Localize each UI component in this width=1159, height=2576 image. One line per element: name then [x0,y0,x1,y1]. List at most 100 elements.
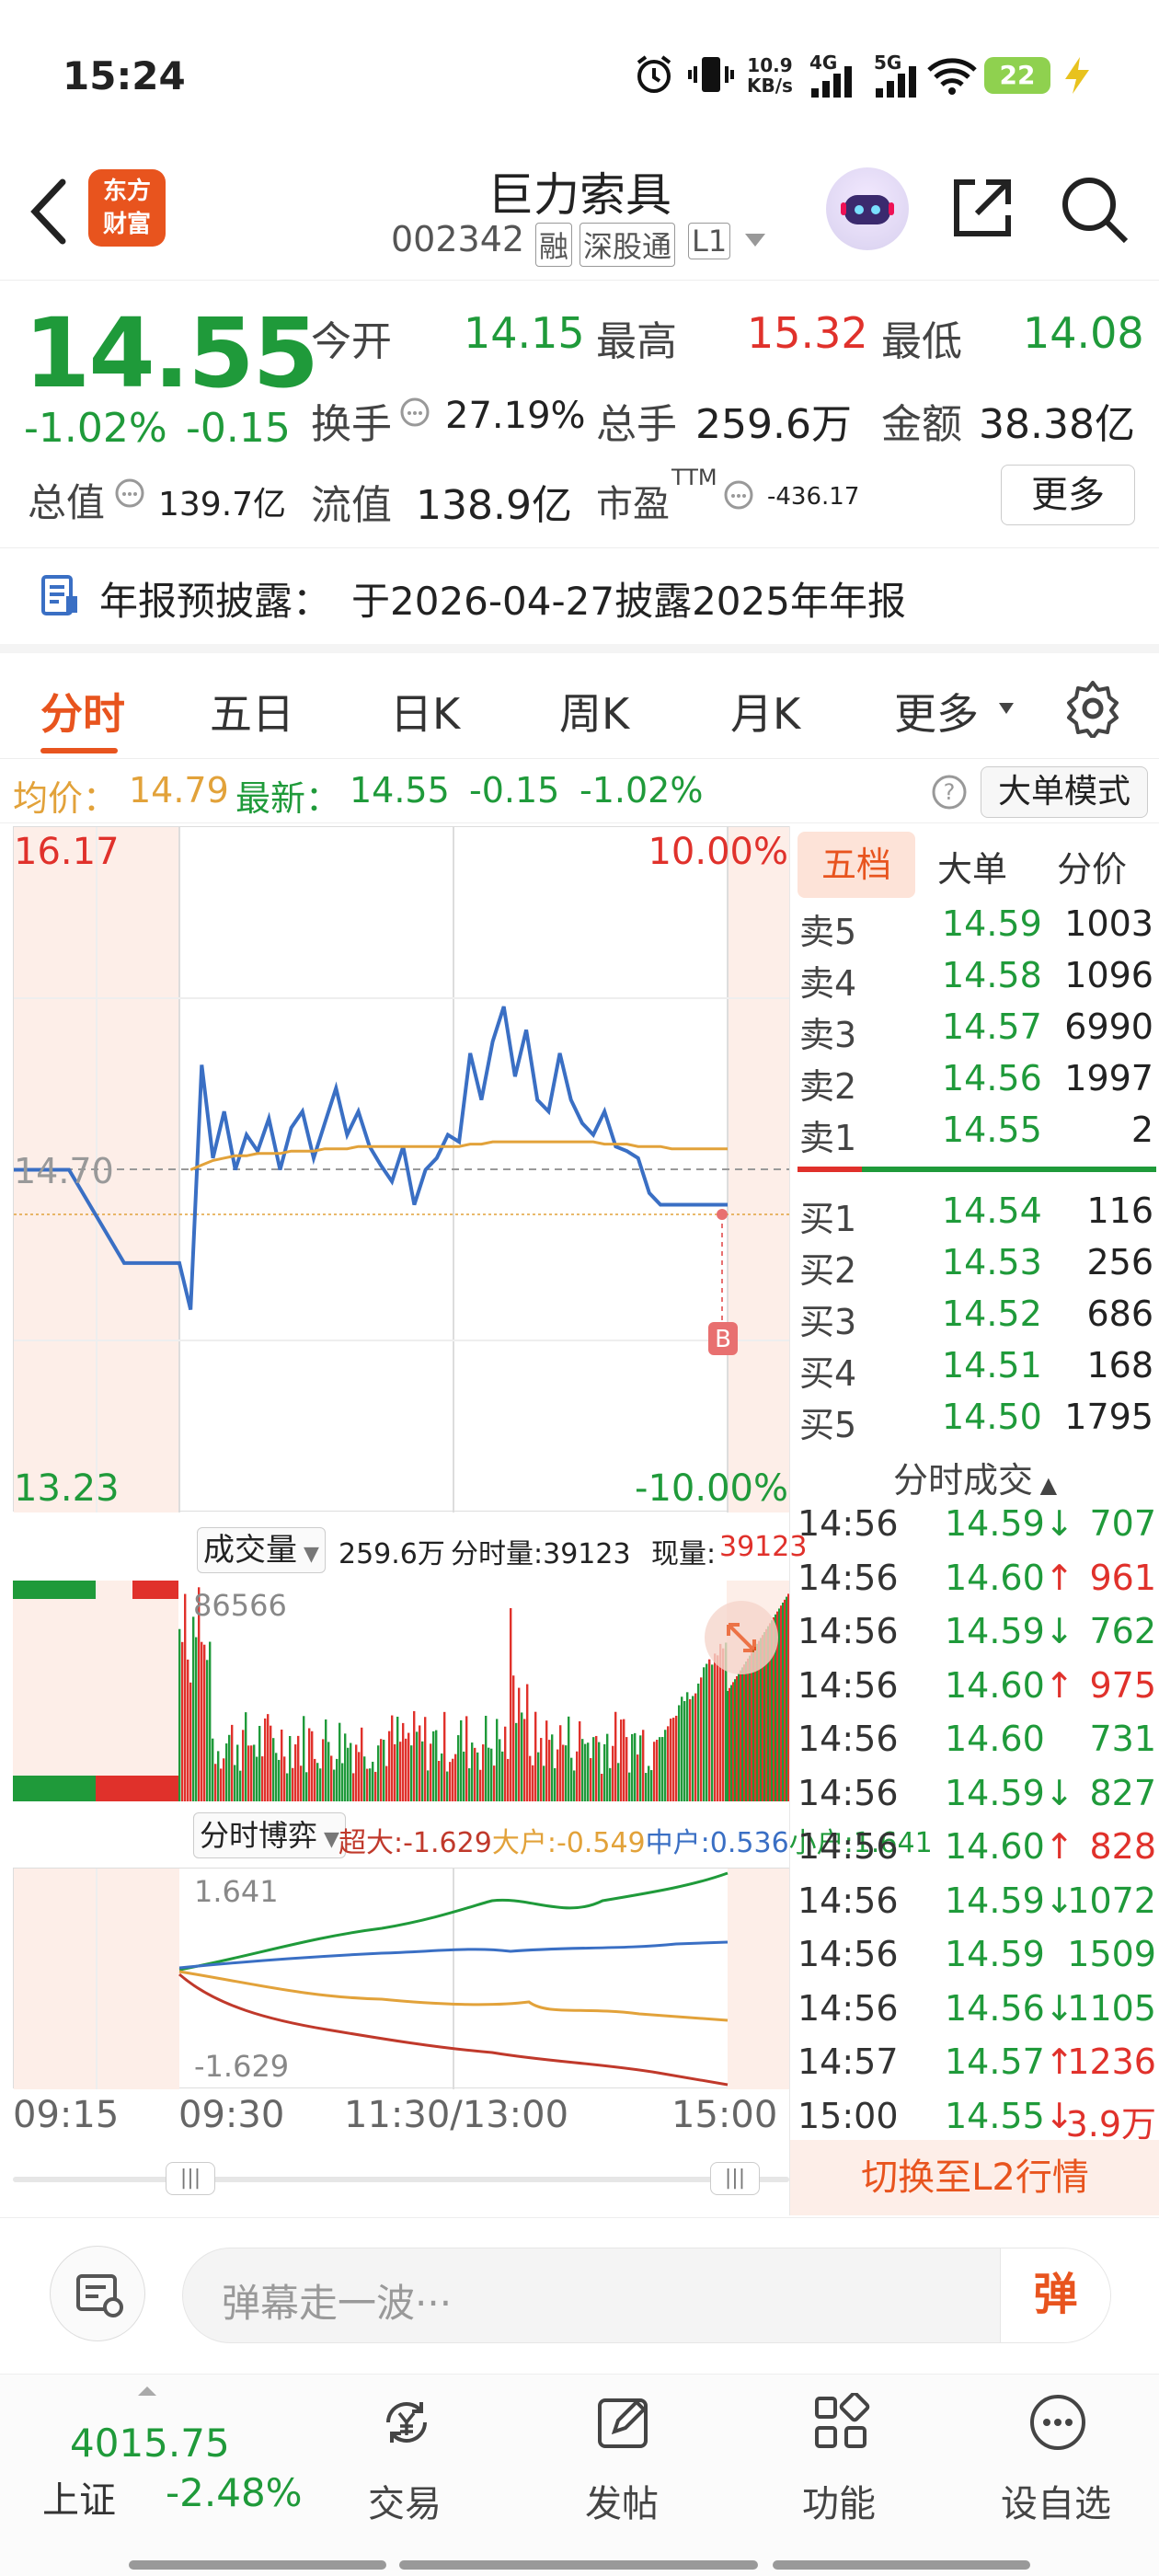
bid-row-4[interactable]: 买4 14.51 168 [799,1345,1153,1397]
grid-icon [815,2393,870,2448]
nav-trade[interactable]: 交易 [340,2375,469,2559]
interval-volume: 分时量:39123 [451,1538,631,1570]
volume-bar [474,1747,476,1801]
fund-flow-chart[interactable]: 1.641 -1.629 [13,1868,790,2089]
volume-chart[interactable]: 86566 [13,1581,789,1801]
ask-row-2[interactable]: 卖2 14.56 1997 [799,1058,1153,1110]
volume-bar [297,1735,300,1801]
change-percent: -1.02% [24,405,167,452]
danmaku-input[interactable]: 弹幕走一波··· 弹 [182,2248,1111,2343]
ask-row-3[interactable]: 卖3 14.57 6990 [799,1006,1153,1058]
tab-five-level[interactable]: 五档 [798,832,915,898]
danmaku-settings-button[interactable] [50,2246,145,2341]
volume-bar [778,1608,780,1801]
volume-bar [747,1658,749,1801]
tab-daily-k[interactable]: 日K [390,681,460,742]
info-circle-icon[interactable] [114,477,145,512]
slider-handle-right[interactable]: ||| [710,2162,760,2195]
intraday-chart[interactable]: B 16.17 14.70 13.23 10.00% -10.00% [13,826,790,1512]
nav-add-watchlist[interactable]: 设自选 [992,2375,1120,2559]
slider-handle-left[interactable]: ||| [166,2162,215,2195]
trades-title[interactable]: 分时成交 ▲ [790,1452,1159,1502]
trade-volume: 1509 [1067,1934,1156,1974]
share-icon[interactable] [947,173,1017,247]
caret-up-icon [136,2384,158,2401]
level-badge: L1 [688,223,731,259]
index-pct[interactable]: -2.48% [166,2470,303,2515]
volume-bar [678,1705,681,1801]
volume-bar [557,1749,559,1801]
status-time: 15:24 [63,53,186,98]
big-order-mode-button[interactable]: 大单模式 [981,766,1148,818]
volume-bar [242,1730,245,1801]
dropdown-arrow-icon[interactable] [743,232,767,254]
tab-monthly-k[interactable]: 月K [730,681,800,742]
trade-row: 14:56 14.60↑ 828 [798,1826,1156,1880]
high-label: 最高 [596,318,677,365]
trade-row: 14:56 14.59↓ 762 [798,1611,1156,1664]
volume-bar [686,1692,689,1801]
volume-bar [305,1772,308,1801]
trade-volume: 707 [1089,1503,1156,1544]
ask-price: 14.57 [942,1006,1042,1047]
volume-bar [184,1593,187,1801]
fund-flow-selector[interactable]: 分时博弈 ▼ [193,1812,346,1858]
volume-bar [195,1637,198,1801]
danmaku-send-button[interactable]: 弹 [1000,2248,1110,2342]
expand-icon[interactable] [705,1601,778,1674]
trade-price-value: 14.60 [945,1826,1045,1867]
notice-bar[interactable]: 年报预披露： 于2026-04-27披露2025年年报 [0,547,1159,644]
index-value[interactable]: 4015.75 [70,2421,230,2466]
more-button[interactable]: 更多 [1001,465,1135,525]
market-cap-label: 总值 [28,480,106,525]
volume-bar [614,1711,617,1801]
ask-row-4[interactable]: 卖4 14.58 1096 [799,955,1153,1006]
chevron-down-icon[interactable] [997,701,1016,719]
nav-functions[interactable]: 功能 [775,2375,903,2559]
index-name[interactable]: 上证 [42,2470,116,2524]
tab-five-day[interactable]: 五日 [210,681,294,742]
volume-bar [419,1725,421,1801]
y-axis-bottom-label: 13.23 [14,1467,120,1510]
volume-bar [612,1745,614,1801]
bid-row-2[interactable]: 买2 14.53 256 [799,1242,1153,1294]
ask-row-5[interactable]: 卖5 14.59 1003 [799,903,1153,955]
tab-big-order[interactable]: 大单 [937,841,1007,891]
switch-l2-button[interactable]: 切换至L2行情 [790,2140,1159,2215]
tab-price-dist[interactable]: 分价 [1057,841,1127,891]
trades-title-label: 分时成交 [892,1460,1033,1501]
search-icon[interactable] [1058,173,1131,250]
trade-time: 14:56 [798,1719,899,1759]
volume-bar [236,1744,239,1801]
tab-intraday[interactable]: 分时 [40,681,125,742]
nav-post[interactable]: 发帖 [557,2375,686,2559]
range-slider[interactable]: ||| ||| [13,2158,789,2199]
volume-bar [201,1641,203,1801]
tab-more[interactable]: 更多 [894,681,979,742]
trade-price: 14.59↓ [945,1611,1074,1651]
volume-bar [336,1758,339,1801]
volume-bar [333,1769,336,1801]
help-icon[interactable]: ? [931,774,968,814]
bid-row-5[interactable]: 买5 14.50 1795 [799,1397,1153,1448]
info-circle-icon[interactable] [723,479,754,514]
ask-row-1[interactable]: 卖1 14.55 2 [799,1110,1153,1161]
volume-bar [736,1676,738,1801]
info-circle-icon[interactable] [399,397,430,431]
tab-weekly-k[interactable]: 周K [559,681,629,742]
trade-time: 14:56 [798,1826,899,1867]
volume-bar [526,1684,529,1801]
volume-bar [606,1733,609,1801]
volume-bar [642,1730,645,1801]
volume-indicator-selector[interactable]: 成交量 ▼ [197,1527,326,1573]
trade-price-value: 14.60 [945,1664,1045,1706]
ai-assistant-avatar[interactable] [826,167,909,250]
bid-row-1[interactable]: 买1 14.54 116 [799,1190,1153,1242]
volume-bar [327,1742,330,1801]
settings-gear-icon[interactable] [1063,679,1122,742]
volume-bar [598,1742,601,1801]
bid-row-3[interactable]: 买3 14.52 686 [799,1294,1153,1345]
volume-bar [292,1767,294,1801]
bid-volume: 1795 [1064,1397,1153,1437]
volume-bar [435,1730,438,1801]
